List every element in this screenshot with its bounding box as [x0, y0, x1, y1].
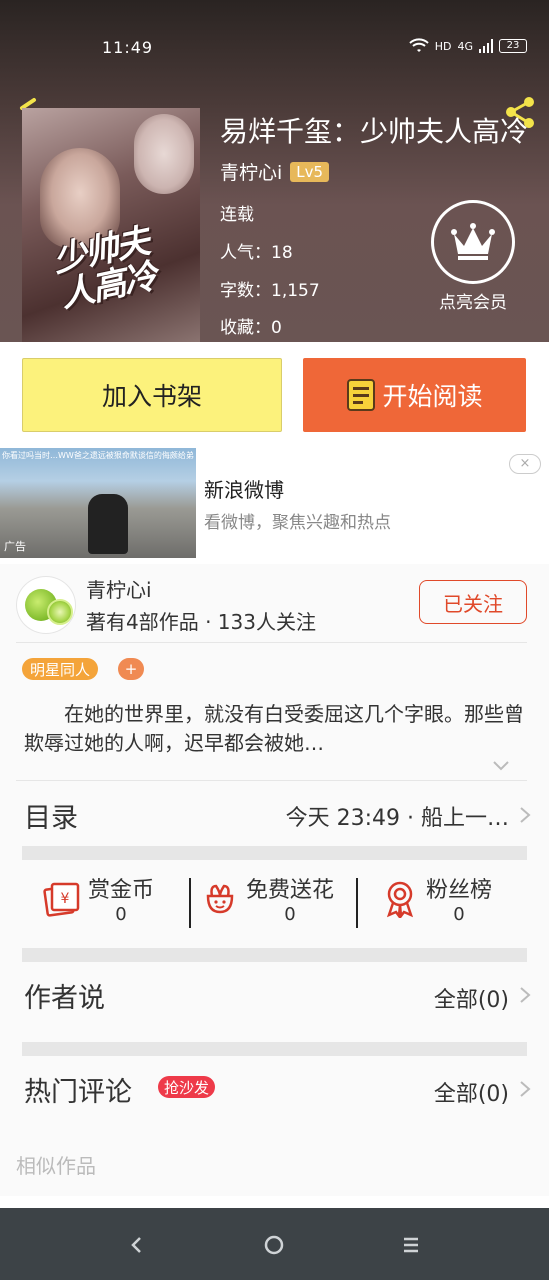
- hot-comments-row[interactable]: 热门评论 全部(0): [0, 1056, 549, 1120]
- ad-title[interactable]: 新浪微博: [204, 474, 284, 503]
- nav-back-icon[interactable]: [122, 1230, 152, 1260]
- network-label: 4G: [457, 39, 473, 53]
- send-flower-count: 0: [284, 904, 296, 925]
- ad-description: 看微博，聚焦兴趣和热点: [204, 513, 391, 533]
- send-flower-label: 免费送花: [246, 878, 335, 903]
- section-separator: [22, 846, 527, 860]
- author-says-all: 全部(0): [433, 988, 509, 1013]
- popularity: 人气：18: [220, 243, 293, 263]
- author-name[interactable]: 青柠心i: [220, 158, 282, 185]
- ad-caption: 你看过吗当时…WW爸之遗远被狠命默谈信的侮颇给弟笑载了: [2, 451, 194, 460]
- hot-comments-all: 全部(0): [433, 1082, 509, 1107]
- signal-icon: [479, 39, 493, 53]
- book-cover-image[interactable]: 少帅夫人高冷: [22, 108, 200, 342]
- vip-button[interactable]: 点亮会员: [428, 200, 518, 313]
- hot-comments-title: 热门评论: [24, 1077, 132, 1108]
- latest-chapter: 今天 23:49 · 船上一…: [285, 806, 509, 831]
- book-title: 易烊千玺：少帅夫人高冷: [220, 115, 529, 148]
- coin-envelope-icon: ¥: [43, 882, 80, 917]
- synopsis-text[interactable]: 在她的世界里，就没有白受委屈这几个字眼。那些曾欺辱过她的人啊，迟早都会被她…: [24, 700, 524, 758]
- support-actions: ¥ 赏金币 0 免费送花 0 粉丝榜 0: [0, 864, 549, 934]
- start-reading-label: 开始阅读: [382, 382, 483, 411]
- ad-close-button[interactable]: ×: [509, 454, 541, 474]
- add-tag-button[interactable]: +: [118, 658, 144, 680]
- serial-status: 连载: [220, 205, 254, 225]
- fan-ranking-label: 粉丝榜: [426, 878, 493, 903]
- svg-text:¥: ¥: [61, 891, 70, 907]
- medal-icon: [386, 881, 414, 918]
- reward-coins-label: 赏金币: [88, 878, 155, 903]
- status-icons: HD 4G 23: [409, 38, 527, 54]
- table-of-contents-row[interactable]: 目录 今天 23:49 · 船上一…: [0, 780, 549, 846]
- status-bar: 11:49 HD 4G 23: [0, 0, 549, 86]
- fan-ranking-count: 0: [453, 904, 465, 925]
- chevron-right-icon: [520, 1081, 531, 1097]
- first-comment-badge: 抢沙发: [158, 1076, 216, 1098]
- author-says-row[interactable]: 作者说 全部(0): [0, 962, 549, 1026]
- author-line: 青柠心i Lv5: [220, 158, 330, 185]
- start-reading-button[interactable]: 开始阅读: [303, 358, 526, 432]
- book-header: 11:49 HD 4G 23 少帅夫人高冷 易烊千玺：少帅夫人高冷 青柠心i L…: [0, 0, 549, 342]
- lime-slice-image: [47, 599, 73, 625]
- book-icon: [347, 379, 376, 411]
- cover-figure-female: [134, 114, 194, 194]
- system-navigation-bar: [0, 1208, 549, 1280]
- chevron-right-icon: [520, 807, 531, 823]
- reward-coins-button[interactable]: ¥ 赏金币 0: [42, 864, 154, 934]
- ad-tag: 广告: [4, 540, 26, 553]
- book-details: 青柠心i 著有4部作品 · 133人关注 已关注 明星同人 + 在她的世界里，就…: [0, 564, 549, 1208]
- fan-ranking-button[interactable]: 粉丝榜 0: [380, 864, 492, 934]
- section-separator: [22, 1042, 527, 1056]
- author-card-stats: 著有4部作品 · 133人关注: [86, 610, 316, 634]
- toc-label: 目录: [24, 803, 78, 834]
- level-badge: Lv5: [290, 161, 330, 182]
- action-buttons: 加入书架 开始阅读: [0, 342, 549, 448]
- hd-label: HD: [434, 39, 452, 53]
- author-says-title: 作者说: [24, 983, 105, 1014]
- section-separator: [22, 948, 527, 962]
- divider: [16, 642, 527, 643]
- similar-works-heading: 相似作品: [16, 1154, 96, 1178]
- category-tag[interactable]: 明星同人: [22, 658, 99, 680]
- advertisement[interactable]: 你看过吗当时…WW爸之遗远被狠命默谈信的侮颇给弟笑载了 广告 新浪微博 看微博，…: [0, 448, 549, 564]
- status-time: 11:49: [102, 38, 154, 57]
- nav-menu-icon[interactable]: [396, 1230, 426, 1260]
- nav-home-icon[interactable]: [259, 1230, 289, 1260]
- vertical-divider: [189, 878, 191, 928]
- vertical-divider: [356, 878, 358, 928]
- author-card-name[interactable]: 青柠心i: [86, 574, 152, 603]
- chevron-down-icon[interactable]: [492, 760, 510, 772]
- flower-icon: [206, 884, 234, 914]
- chevron-right-icon: [520, 987, 531, 1003]
- author-avatar[interactable]: [16, 576, 76, 634]
- battery-icon: 23: [499, 39, 527, 53]
- ad-person-figure: [88, 494, 128, 554]
- reward-coins-count: 0: [115, 904, 127, 925]
- word-count: 字数：1,157: [220, 281, 320, 301]
- wifi-icon: [409, 38, 429, 52]
- crown-icon: [431, 200, 515, 284]
- bottom-spacer: [0, 1196, 549, 1208]
- follow-button[interactable]: 已关注: [419, 580, 527, 624]
- ad-image[interactable]: 你看过吗当时…WW爸之遗远被狠命默谈信的侮颇给弟笑载了 广告: [0, 448, 196, 558]
- favorite-count: 收藏：0: [220, 318, 282, 338]
- vip-label: 点亮会员: [439, 293, 507, 313]
- add-to-shelf-button[interactable]: 加入书架: [22, 358, 282, 432]
- send-flower-button[interactable]: 免费送花 0: [200, 864, 334, 934]
